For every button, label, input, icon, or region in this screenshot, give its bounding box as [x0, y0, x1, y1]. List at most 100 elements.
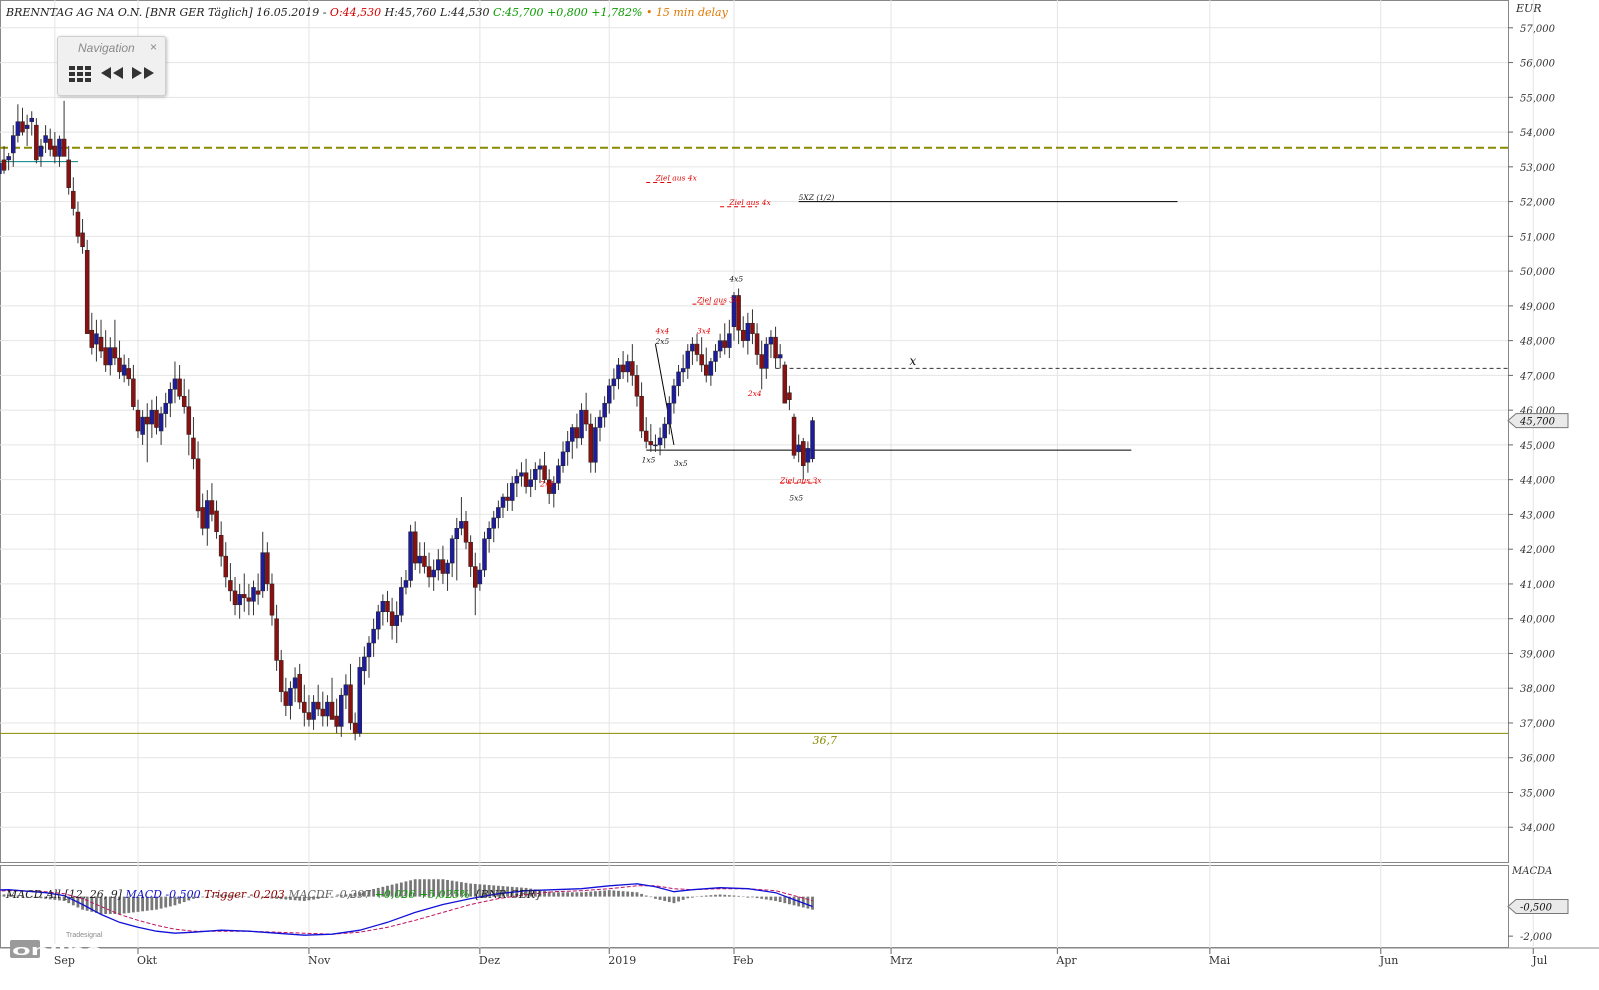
candle-up [0, 163, 2, 175]
y-tick-label: 53,000 [1520, 163, 1556, 174]
rewind-icon[interactable] [99, 62, 125, 84]
candle-up [671, 385, 677, 404]
candle-down [750, 323, 755, 334]
y-tick-label: 45,000 [1519, 441, 1556, 452]
candle-down [320, 708, 326, 717]
candle-up [537, 465, 543, 470]
candle-down [542, 465, 547, 480]
annotation-label: 36,7 [813, 734, 838, 747]
candle-up [560, 451, 566, 467]
fast-forward-icon[interactable] [130, 62, 156, 84]
candle-up [380, 601, 386, 612]
high-value: H:45,760 [384, 6, 437, 19]
y-tick-label: 49,000 [1519, 302, 1556, 313]
candle-down [112, 347, 118, 359]
macd-change: +0,026 [374, 888, 416, 901]
macd-hist-bar [667, 896, 671, 903]
x-tick-label: Okt [137, 954, 158, 967]
macd-hist-bar [575, 892, 579, 897]
candle-up [519, 472, 524, 477]
candle-down [80, 232, 85, 248]
candles [0, 100, 815, 741]
macd-hist-bar [630, 891, 634, 897]
annotation-label: 4x5 [728, 275, 743, 284]
candle-down [89, 329, 95, 348]
macd-axis-label: MACDA [1511, 866, 1552, 877]
candle-up [292, 677, 298, 689]
candle-up [500, 496, 506, 508]
annotation-label: 5XZ (1/2) [799, 193, 835, 202]
candle-down [787, 392, 792, 400]
macd-hist-bar [691, 896, 694, 898]
price-chart[interactable]: 57,000 56,000 55,000 54,000 53,000 52,000 51,0… [0, 0, 1599, 990]
candle-up [149, 409, 155, 425]
candle-up [251, 587, 256, 602]
macd-hist-bar [718, 894, 722, 897]
candle-down [228, 580, 233, 592]
macd-hist-bar [658, 896, 662, 900]
candle-down [265, 552, 270, 585]
macd-hist-bar [774, 896, 777, 901]
macd-hist-bar [570, 892, 574, 897]
candle-down [348, 684, 353, 724]
candle-up [796, 444, 801, 453]
candle-down [75, 211, 81, 237]
candle-up [657, 437, 663, 446]
candle-down [704, 364, 709, 376]
macd-hist-bar [723, 894, 727, 897]
candle-down [191, 437, 196, 460]
candle-down [181, 395, 187, 407]
macd-hist-bar [2, 894, 6, 897]
macd-hist-bar [663, 896, 667, 901]
trigger-value: Trigger -0,203 [204, 888, 285, 901]
macd-hist-bar [552, 892, 556, 897]
candle-up [38, 145, 44, 157]
candle-down [639, 395, 644, 432]
macd-hist-bar [681, 896, 685, 900]
candle-up [237, 594, 242, 606]
candle-up [311, 701, 316, 720]
candle-up [579, 409, 584, 439]
macd-hist-bar [644, 895, 648, 897]
candle-up [43, 135, 48, 143]
macd-hist-bar [635, 892, 639, 897]
candle-down [126, 368, 132, 380]
candle-down [232, 590, 238, 606]
candle-down [297, 674, 302, 703]
candle-up [454, 528, 460, 539]
candle-up [403, 580, 409, 588]
y-tick-label: 44,000 [1519, 476, 1556, 487]
candle-down [246, 597, 252, 602]
close-icon[interactable]: × [150, 40, 157, 54]
grid-icon[interactable] [67, 62, 93, 84]
candle-down [426, 566, 432, 578]
y-tick-label: 41,000 [1519, 580, 1556, 591]
y-tick-label: 42,000 [1519, 545, 1556, 556]
candle-up [606, 385, 612, 404]
candle-down [694, 343, 700, 355]
macd-title: MACD All [12, 26, 9] [6, 888, 122, 901]
candle-up [6, 156, 11, 161]
annotation-label: 2x4 [539, 480, 554, 489]
candle-up [509, 482, 515, 501]
navigation-panel[interactable]: Navigation × [57, 36, 166, 96]
y-tick-label: 39,000 [1520, 649, 1556, 660]
macd-hist-bar [769, 896, 773, 901]
candle-up [399, 587, 404, 616]
candle-down [131, 378, 136, 407]
candle-down [759, 354, 764, 369]
candle-up [810, 420, 815, 460]
y-axis-unit: EUR [1515, 2, 1542, 15]
candle-down [389, 611, 395, 626]
candle-up [745, 323, 751, 341]
candle-up [449, 538, 455, 564]
macd-value: MACD -0,500 [125, 888, 201, 901]
annotation-label: 4x4 [654, 327, 669, 336]
candle-up [121, 364, 127, 376]
candle-down [274, 618, 279, 661]
candle-down [791, 416, 797, 456]
candle-up [11, 135, 16, 154]
candle-up [685, 350, 691, 369]
candle-down [620, 364, 626, 373]
y-tick-label: 52,000 [1520, 198, 1556, 209]
